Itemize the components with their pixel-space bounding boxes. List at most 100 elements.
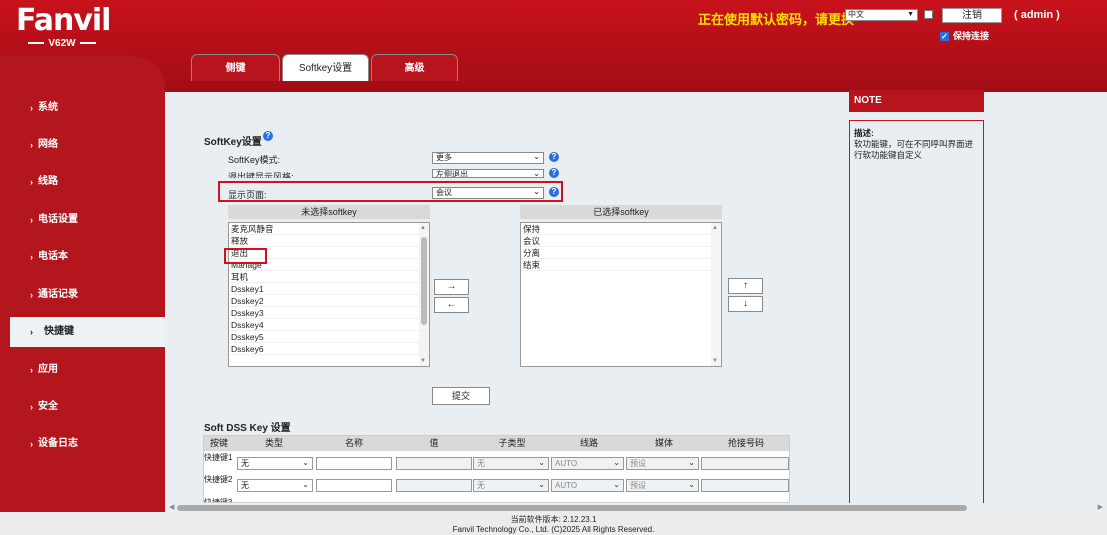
chevron-right-icon: › bbox=[30, 252, 33, 262]
dss-type-select[interactable]: 无 ⌄ bbox=[237, 457, 313, 470]
dss-pickup-input[interactable] bbox=[701, 479, 789, 492]
dss-line-select[interactable]: AUTO ⌄ bbox=[551, 457, 624, 470]
dss-value-input[interactable] bbox=[396, 457, 472, 470]
scrollbar-thumb[interactable] bbox=[177, 505, 967, 511]
software-version: 当前软件版本: 2.12.23.1 bbox=[510, 515, 597, 524]
dss-media-select[interactable]: 预设 ⌄ bbox=[626, 457, 699, 470]
column-header: 值 bbox=[429, 438, 439, 448]
default-password-warning[interactable]: 正在使用默认密码，请更换 bbox=[698, 9, 854, 28]
column-header: 媒体 bbox=[654, 438, 673, 448]
checkbox-checked-icon: ✓ bbox=[940, 32, 949, 42]
dss-pickup-input[interactable] bbox=[701, 457, 789, 470]
dss-name-input[interactable] bbox=[316, 479, 392, 492]
header-bar: Fanvil V62W 正在使用默认密码，请更换 中文 ▼ 注销 ( admin … bbox=[0, 0, 1107, 92]
chevron-down-icon: ⌄ bbox=[302, 480, 309, 489]
list-item[interactable]: Dsskey2 bbox=[229, 295, 429, 307]
submit-button[interactable]: 提交 bbox=[432, 387, 490, 405]
sidebar-item-shortcut-keys[interactable]: › 快捷键 bbox=[10, 317, 165, 347]
help-icon[interactable]: ? bbox=[549, 168, 559, 178]
sidebar-item-security[interactable]: › 安全 bbox=[0, 392, 165, 422]
list-item[interactable]: 麦克风静音 bbox=[229, 223, 429, 235]
list-item[interactable]: Dsskey6 bbox=[229, 343, 429, 355]
column-header: 子类型 bbox=[498, 438, 526, 448]
dss-subtype-select[interactable]: 无 ⌄ bbox=[473, 457, 549, 470]
chevron-down-icon: ⌄ bbox=[538, 458, 545, 467]
move-right-button[interactable]: → bbox=[434, 279, 469, 295]
move-up-button[interactable]: ↑ bbox=[728, 278, 763, 294]
sidebar-item-applications[interactable]: › 应用 bbox=[0, 355, 165, 385]
chevron-right-icon: › bbox=[30, 140, 33, 150]
move-left-button[interactable]: ← bbox=[434, 297, 469, 313]
list-item[interactable]: Dsskey5 bbox=[229, 331, 429, 343]
sidebar-item-network[interactable]: › 网络 bbox=[0, 130, 165, 160]
sidebar-item-phonebook[interactable]: › 电话本 bbox=[0, 242, 165, 272]
chevron-right-icon: › bbox=[30, 215, 33, 225]
dss-key-name: 快捷键2 bbox=[204, 475, 233, 484]
list-item[interactable]: 分离 bbox=[521, 247, 721, 259]
logout-button[interactable]: 注销 bbox=[942, 8, 1002, 23]
dss-type-select[interactable]: 无 ⌄ bbox=[237, 479, 313, 492]
sidebar-item-system[interactable]: › 系统 bbox=[0, 93, 165, 123]
tab-side-keys[interactable]: 侧键 bbox=[191, 54, 280, 81]
list-item[interactable]: Dsskey3 bbox=[229, 307, 429, 319]
dss-value-input[interactable] bbox=[396, 479, 472, 492]
dss-line-select[interactable]: AUTO ⌄ bbox=[551, 479, 624, 492]
column-header: 按键 bbox=[209, 438, 228, 448]
list-item[interactable]: 会议 bbox=[521, 235, 721, 247]
dss-media-select[interactable]: 预设 ⌄ bbox=[626, 479, 699, 492]
exit-style-select[interactable]: 左侧退出 ⌄ bbox=[432, 169, 544, 178]
display-page-select[interactable]: 会议 ⌄ bbox=[432, 187, 544, 199]
keep-connected-checkbox[interactable]: ✓ 保持连接 bbox=[940, 29, 989, 42]
softkey-section-title: SoftKey设置 bbox=[204, 137, 262, 148]
list-scrollbar[interactable]: ▲ ▼ bbox=[419, 223, 429, 366]
exit-style-label: 退出键显示风格: bbox=[228, 172, 294, 178]
note-header: NOTE bbox=[849, 90, 984, 112]
language-select[interactable]: 中文 ▼ bbox=[845, 9, 918, 21]
help-icon[interactable]: ? bbox=[549, 187, 559, 197]
scrollbar-thumb[interactable] bbox=[421, 237, 427, 325]
help-icon[interactable]: ? bbox=[549, 152, 559, 162]
sidebar-item-call-log[interactable]: › 通话记录 bbox=[0, 280, 165, 310]
selected-softkey-list[interactable]: 保持 会议 分离 结束 ▲ ▼ bbox=[520, 222, 722, 367]
softkey-mode-label: SoftKey模式: bbox=[228, 155, 281, 165]
softkey-mode-select[interactable]: 更多 ⌄ bbox=[432, 152, 544, 164]
chevron-down-icon: ⌄ bbox=[533, 169, 540, 178]
sidebar-item-lines[interactable]: › 线路 bbox=[0, 167, 165, 197]
copyright: Fanvil Technology Co., Ltd. (C)2025 All … bbox=[452, 525, 655, 534]
dss-table: 按键 类型 名称 值 子类型 线路 媒体 抢接号码 快捷键1 无 ⌄ 无 ⌄ AUT… bbox=[203, 435, 790, 503]
tab-softkey-settings[interactable]: Softkey设置 bbox=[282, 54, 369, 81]
column-header: 名称 bbox=[344, 438, 363, 448]
dss-section-title: Soft DSS Key 设置 bbox=[204, 423, 291, 434]
help-icon[interactable]: ? bbox=[263, 131, 273, 141]
language-checkbox[interactable] bbox=[924, 10, 933, 19]
dss-subtype-select[interactable]: 无 ⌄ bbox=[473, 479, 549, 492]
list-item[interactable]: 保持 bbox=[521, 223, 721, 235]
note-desc-label: 描述: bbox=[854, 128, 874, 138]
list-scrollbar[interactable]: ▲ ▼ bbox=[711, 223, 721, 366]
sidebar-item-phone-settings[interactable]: › 电话设置 bbox=[0, 205, 165, 235]
chevron-right-icon: › bbox=[30, 327, 33, 337]
chevron-down-icon: ⌄ bbox=[613, 480, 620, 489]
list-item[interactable]: Dsskey1 bbox=[229, 283, 429, 295]
chevron-down-icon: ⌄ bbox=[688, 480, 695, 489]
scroll-up-icon[interactable]: ▲ bbox=[712, 225, 718, 231]
chevron-down-icon: ⌄ bbox=[533, 187, 540, 196]
list-item[interactable]: 耳机 bbox=[229, 271, 429, 283]
scroll-down-icon[interactable]: ▼ bbox=[712, 358, 718, 364]
column-header: 抢接号码 bbox=[727, 438, 764, 448]
highlight-box-exit-item bbox=[224, 248, 267, 264]
move-down-button[interactable]: ↓ bbox=[728, 296, 763, 312]
chevron-right-icon: › bbox=[30, 402, 33, 412]
list-item[interactable]: Dsskey4 bbox=[229, 319, 429, 331]
unselected-softkey-list[interactable]: 麦克风静音 释放 退出 Manage 耳机 Dsskey1 Dsskey2 Ds… bbox=[228, 222, 430, 367]
scroll-up-icon[interactable]: ▲ bbox=[420, 225, 426, 231]
tab-advanced[interactable]: 高级 bbox=[371, 54, 458, 81]
list-item[interactable]: 释放 bbox=[229, 235, 429, 247]
scroll-left-icon[interactable]: ◀ bbox=[169, 503, 174, 511]
scroll-down-icon[interactable]: ▼ bbox=[420, 358, 426, 364]
sidebar-item-device-log[interactable]: › 设备日志 bbox=[0, 429, 165, 459]
list-item[interactable]: 结束 bbox=[521, 259, 721, 271]
dss-name-input[interactable] bbox=[316, 457, 392, 470]
scroll-right-icon[interactable]: ▶ bbox=[1098, 503, 1103, 511]
chevron-down-icon: ⌄ bbox=[538, 480, 545, 489]
